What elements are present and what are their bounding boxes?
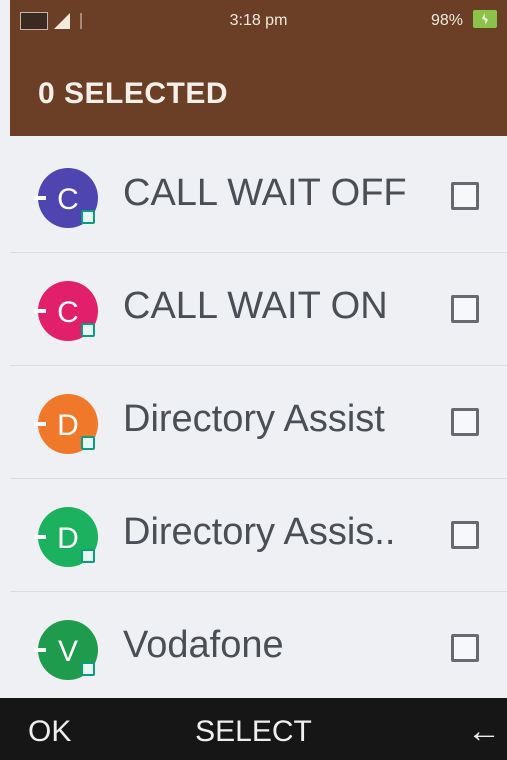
list-item[interactable]: V Vodafone xyxy=(10,592,507,705)
contact-avatar: C xyxy=(34,281,98,341)
softkey-bar: OK SELECT ← xyxy=(0,698,507,760)
select-checkbox[interactable] xyxy=(451,182,479,210)
sim-badge-icon xyxy=(81,323,95,337)
select-checkbox[interactable] xyxy=(451,295,479,323)
list-item[interactable]: C CALL WAIT OFF xyxy=(10,140,507,253)
list-item[interactable]: D Directory Assist xyxy=(10,366,507,479)
contact-name: CALL WAIT OFF xyxy=(123,172,407,214)
contact-avatar: D xyxy=(34,394,98,454)
contact-avatar: C xyxy=(34,168,98,228)
sim-badge-icon xyxy=(81,210,95,224)
screen: 3:18 pm 98% 0 SELECTED C CALL WAIT OFF C… xyxy=(0,0,507,760)
list-item[interactable]: C CALL WAIT ON xyxy=(10,253,507,366)
contact-avatar: V xyxy=(34,620,98,680)
battery-percentage: 98% xyxy=(430,12,463,29)
contact-avatar: D xyxy=(34,507,98,567)
title-bar: 0 SELECTED xyxy=(10,44,507,136)
battery-charging-icon xyxy=(473,10,497,28)
select-checkbox[interactable] xyxy=(451,408,479,436)
selection-count-title: 0 SELECTED xyxy=(38,77,229,110)
select-button[interactable]: SELECT xyxy=(0,715,507,749)
sim-badge-icon xyxy=(81,662,95,676)
contact-name: Directory Assist xyxy=(123,398,385,440)
select-checkbox[interactable] xyxy=(451,634,479,662)
select-checkbox[interactable] xyxy=(451,521,479,549)
back-icon[interactable]: ← xyxy=(467,712,501,751)
contact-name: Directory Assis.. xyxy=(123,511,396,553)
sim-badge-icon xyxy=(81,436,95,450)
sim-badge-icon xyxy=(81,549,95,563)
contact-name: Vodafone xyxy=(123,624,284,666)
list-item[interactable]: D Directory Assis.. xyxy=(10,479,507,592)
contact-name: CALL WAIT ON xyxy=(123,285,388,327)
status-bar: 3:18 pm 98% xyxy=(10,0,507,44)
contact-list: C CALL WAIT OFF C CALL WAIT ON D Directo… xyxy=(10,140,507,705)
